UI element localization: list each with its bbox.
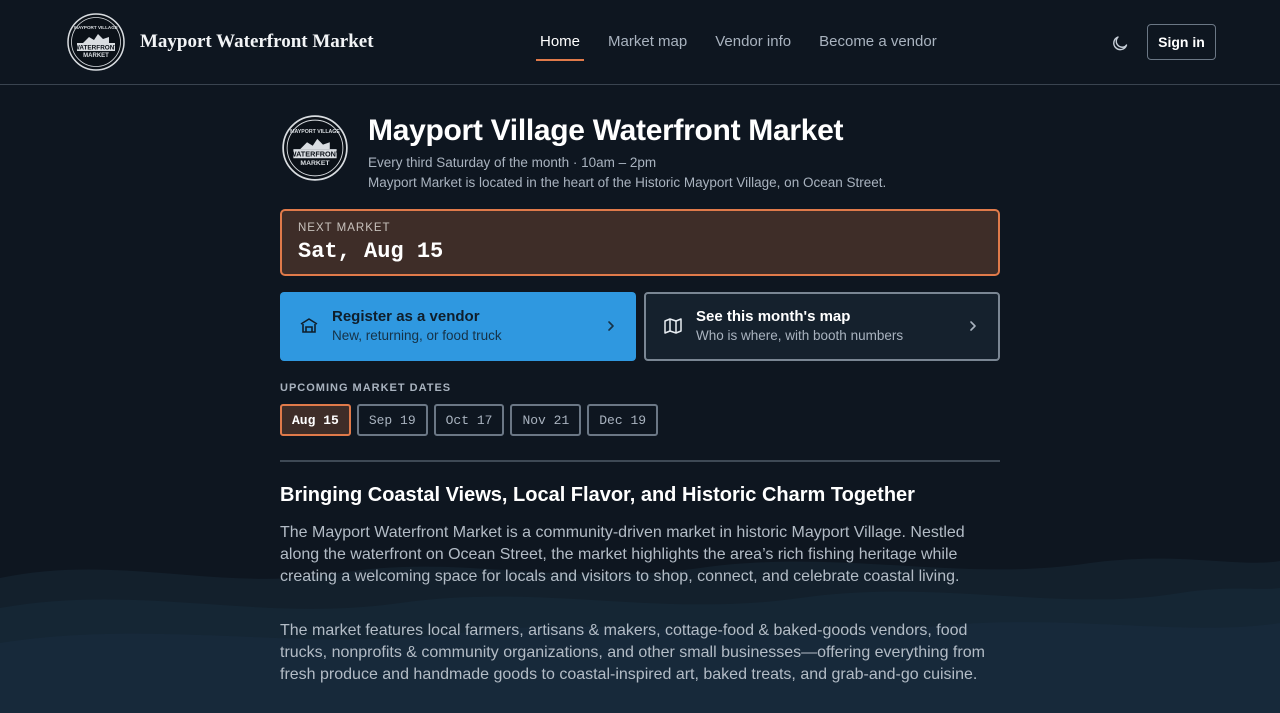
svg-text:MARKET: MARKET [300,160,330,167]
brand[interactable]: WATERFRONT MARKET MAYPORT VILLAGE Maypor… [67,13,374,71]
sign-in-button[interactable]: Sign in [1147,24,1216,60]
about-heading: Bringing Coastal Views, Local Flavor, an… [280,484,915,506]
map-icon [664,318,682,334]
svg-text:WATERFRONT: WATERFRONT [74,45,119,52]
register-vendor-title: Register as a vendor [332,308,480,325]
nav-market-map[interactable]: Market map [604,25,691,61]
main-content: WATERFRONT MARKET MAYPORT VILLAGE Maypor… [280,85,1000,683]
market-logo-icon: WATERFRONT MARKET MAYPORT VILLAGE [282,115,348,181]
about-paragraph-1: The Mayport Waterfront Market is a commu… [280,524,965,585]
date-chip-aug-15[interactable]: Aug 15 [280,404,351,436]
market-location: Mayport Market is located in the heart o… [368,175,887,190]
divider [280,460,1000,462]
see-map-subtitle: Who is where, with booth numbers [696,328,904,343]
nav-become-a-vendor[interactable]: Become a vendor [815,25,941,61]
main-nav: Home Market map Vendor info Become a ven… [536,25,961,61]
page: WATERFRONT MARKET MAYPORT VILLAGE Maypor… [0,0,1280,713]
next-market-label: NEXT MARKET [298,222,391,234]
svg-text:MARKET: MARKET [83,53,109,59]
about-paragraph-2: The market features local farmers, artis… [280,622,985,683]
next-market-banner: NEXT MARKET Sat, Aug 15 [280,209,1000,276]
storefront-icon [300,318,318,333]
svg-text:WATERFRONT: WATERFRONT [290,150,341,159]
register-vendor-button[interactable]: Register as a vendor New, returning, or … [280,292,636,361]
market-schedule: Every third Saturday of the month · 10am… [368,155,657,170]
next-market-date: Sat, Aug 15 [298,239,444,264]
date-chip-oct-17[interactable]: Oct 17 [433,404,505,436]
register-vendor-subtitle: New, returning, or food truck [332,328,502,343]
date-chip-sep-19[interactable]: Sep 19 [356,404,428,436]
moon-icon[interactable] [1112,34,1130,52]
date-chip-dec-19[interactable]: Dec 19 [587,404,659,436]
svg-text:MAYPORT VILLAGE: MAYPORT VILLAGE [290,129,340,135]
nav-home[interactable]: Home [536,25,585,61]
brand-name: Mayport Waterfront Market [140,31,374,52]
chevron-right-icon [970,321,976,331]
upcoming-dates-label: UPCOMING MARKET DATES [280,382,452,394]
see-map-title: See this month's map [696,308,851,325]
top-navigation-bar: WATERFRONT MARKET MAYPORT VILLAGE Maypor… [0,0,1280,85]
chevron-right-icon [608,321,614,331]
upcoming-dates: Aug 15 Sep 19 Oct 17 Nov 21 Dec 19 [280,404,664,436]
nav-vendor-info[interactable]: Vendor info [711,25,795,61]
hero: WATERFRONT MARKET MAYPORT VILLAGE Maypor… [280,85,1000,209]
market-logo-icon: WATERFRONT MARKET MAYPORT VILLAGE [67,13,125,71]
see-map-button[interactable]: See this month's map Who is where, with … [644,292,1000,361]
page-title: Mayport Village Waterfront Market [368,114,844,147]
date-chip-nov-21[interactable]: Nov 21 [510,404,582,436]
svg-text:MAYPORT VILLAGE: MAYPORT VILLAGE [74,25,118,30]
